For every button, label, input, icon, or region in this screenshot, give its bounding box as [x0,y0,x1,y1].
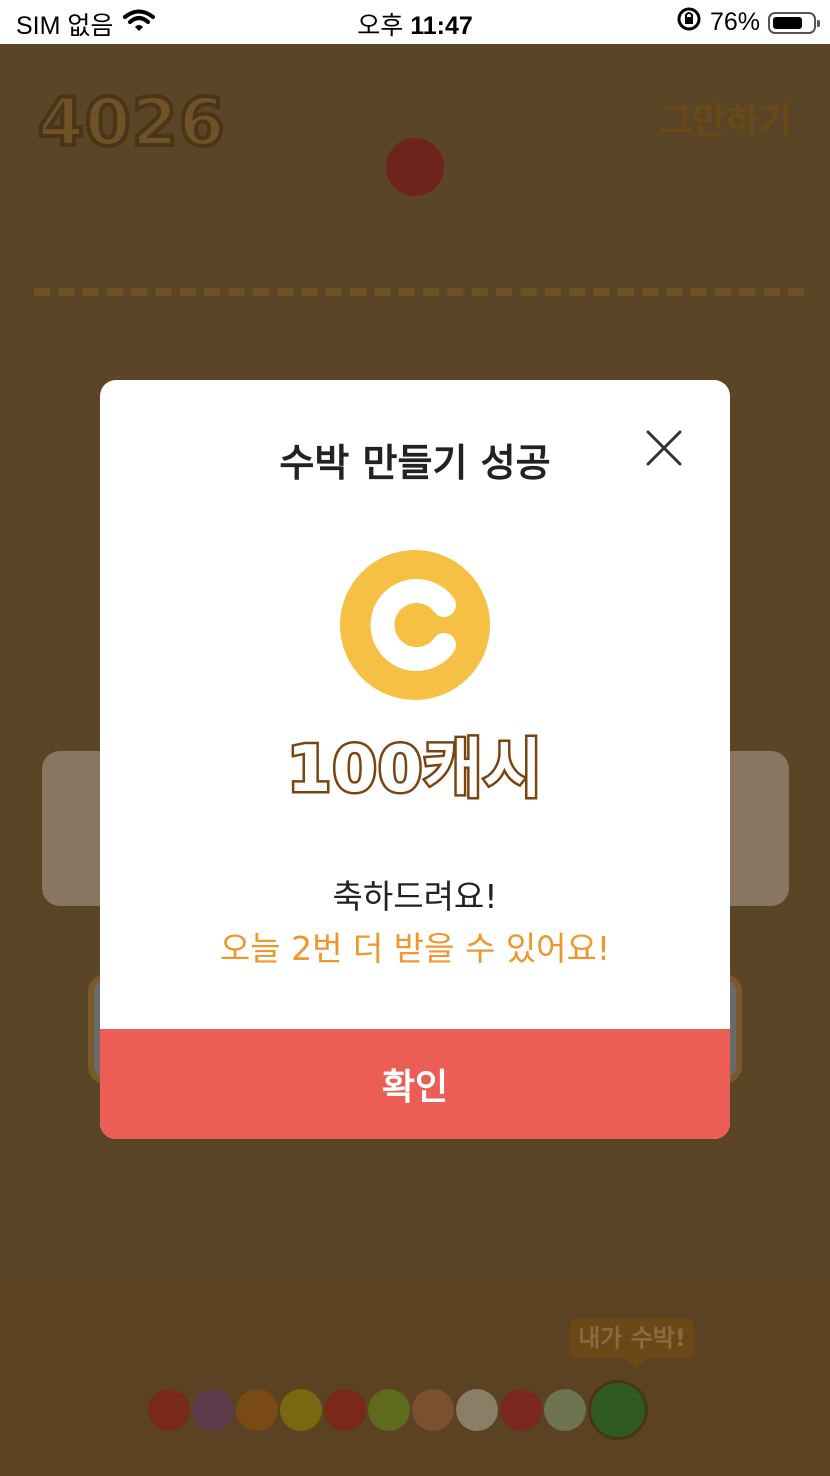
quit-button[interactable]: 그만하기 [660,92,792,144]
reward-amount: 100캐시 [284,731,544,810]
time-value: 11:47 [410,12,473,40]
fruit-evolution-bar: 내가 수박! [0,1281,830,1476]
fruit-stage [456,1389,498,1431]
cash-coin-icon [340,550,490,700]
drop-fruit[interactable] [386,138,444,196]
status-bar: SIM 없음 오후 11:47 76% [0,0,830,44]
limit-line [34,288,804,296]
dialog-title: 수박 만들기 성공 [279,441,551,485]
fruit-stage [368,1389,410,1431]
battery-icon [768,11,820,34]
fruit-stage [412,1389,454,1431]
score-display: 4026 [36,82,227,163]
rotation-lock-icon [676,6,702,39]
time-prefix: 오후 [357,12,404,40]
fruit-stage [192,1389,234,1431]
watermelon-tooltip: 내가 수박! [570,1318,694,1368]
fruit-evolution-list [148,1380,648,1440]
remaining-message: 오늘 2번 더 받을 수 있어요! [219,929,611,968]
battery-percent: 76% [709,8,760,36]
battery-fill [773,16,802,29]
fruit-stage [280,1389,322,1431]
watermelon-fruit [588,1380,648,1440]
close-icon[interactable] [640,424,688,472]
fruit-stage [500,1389,542,1431]
success-dialog: 수박 만들기 성공 100캐시 축하드려요! 오늘 2번 더 받을 수 있어요!… [100,380,730,1139]
fruit-stage [236,1389,278,1431]
confirm-button[interactable]: 확인 [100,1029,730,1139]
fruit-stage [544,1389,586,1431]
fruit-stage [148,1389,190,1431]
fruit-stage [324,1389,366,1431]
status-right: 76% [676,6,820,39]
congrats-message: 축하드려요! [332,877,498,916]
